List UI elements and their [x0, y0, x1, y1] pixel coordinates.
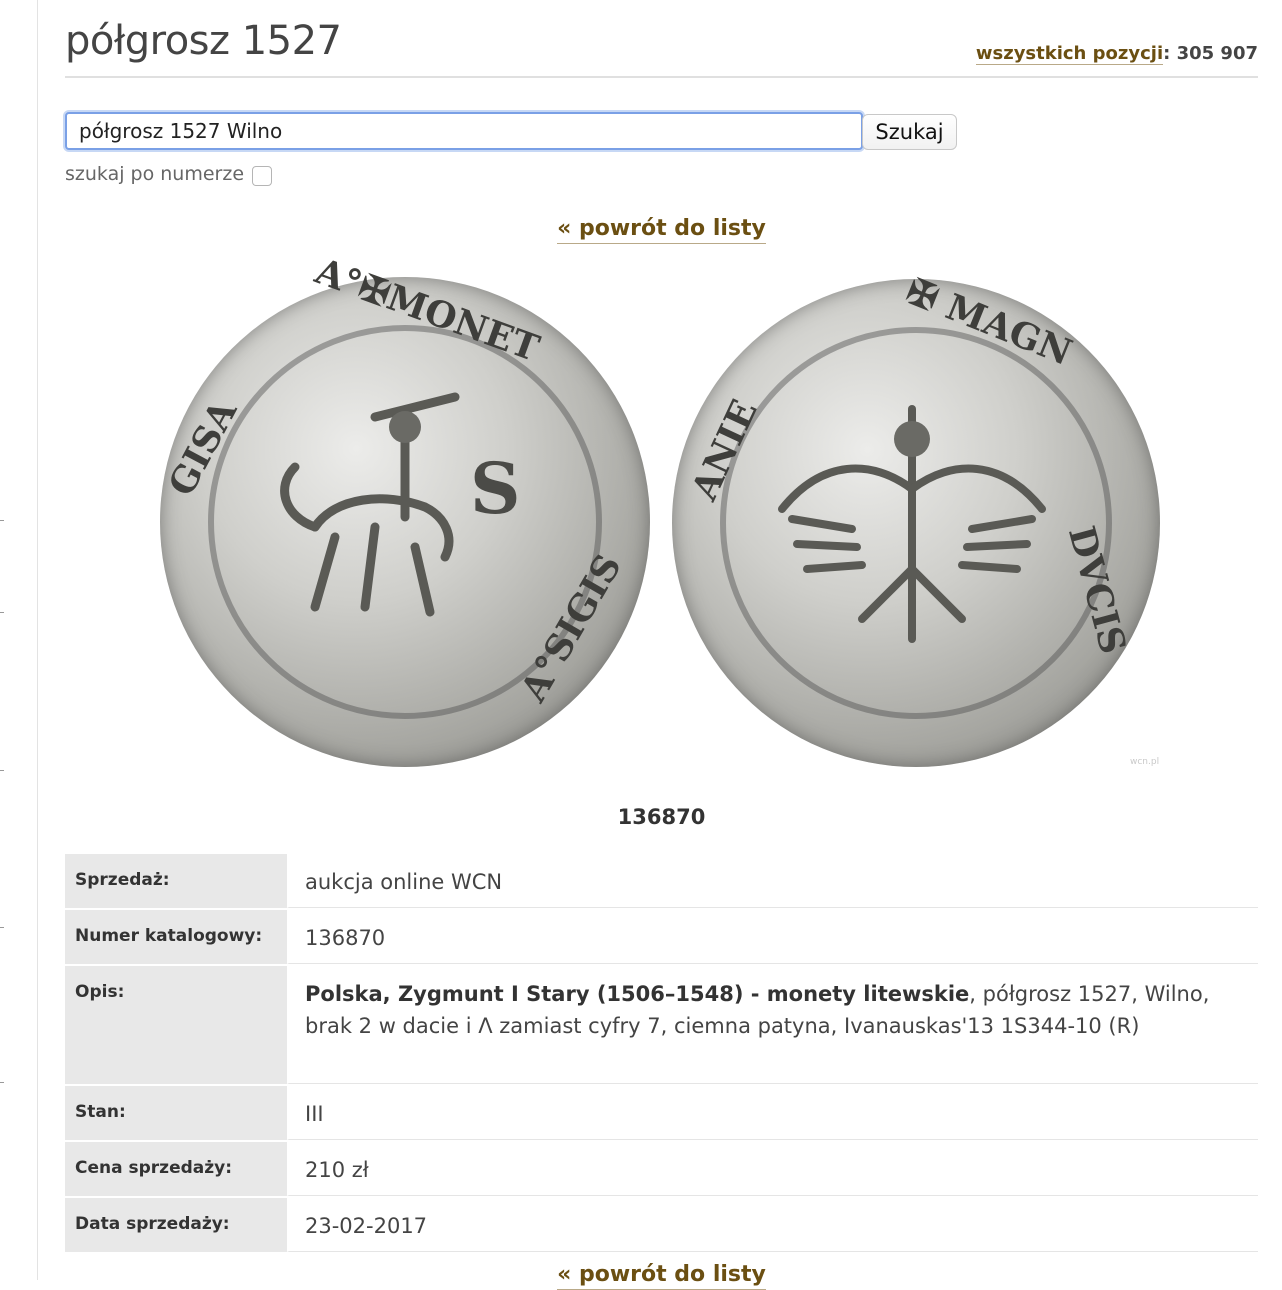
rail-tick [0, 520, 4, 521]
rail-tick [0, 927, 4, 928]
total-label[interactable]: wszystkich pozycji [975, 43, 1164, 65]
lot-number: 136870 [617, 805, 706, 829]
left-sidebar-edge [0, 0, 38, 1280]
back-to-list-link-bottom: « powrót do listy [65, 1262, 1258, 1290]
details-label: Numer katalogowy: [65, 910, 287, 964]
search-by-number-label: szukaj po numerze [65, 163, 245, 185]
page-header: półgrosz 1527 wszystkich pozycji: 305 90… [65, 18, 1258, 78]
search-by-number: szukaj po numerze [65, 163, 273, 186]
total-separator: : [1163, 43, 1177, 64]
total-value: 305 907 [1176, 43, 1258, 64]
back-to-list-link-top: « powrót do listy [65, 216, 1258, 244]
details-row: Cena sprzedaży: 210 zł [65, 1142, 1258, 1198]
search-button[interactable]: Szukaj [862, 114, 957, 150]
details-label: Stan: [65, 1086, 287, 1140]
details-value: 136870 [287, 910, 1258, 964]
details-value: 210 zł [287, 1142, 1258, 1196]
details-label: Sprzedaż: [65, 854, 287, 908]
pogon-knight-icon [280, 392, 460, 617]
back-to-list-link[interactable]: « powrót do listy [557, 1262, 766, 1290]
details-row: Stan: III [65, 1086, 1258, 1142]
eagle-icon [778, 405, 1046, 643]
search-by-number-checkbox[interactable] [252, 166, 273, 186]
details-row: Sprzedaż: aukcja online WCN [65, 854, 1258, 910]
details-value: Polska, Zygmunt I Stary (1506–1548) - mo… [287, 966, 1258, 1084]
details-value: 23-02-2017 [287, 1198, 1258, 1252]
details-row: Opis: Polska, Zygmunt I Stary (1506–1548… [65, 966, 1258, 1086]
details-value: aukcja online WCN [287, 854, 1258, 908]
image-watermark: wcn.pl [1130, 757, 1160, 767]
search-bar: Szukaj [65, 112, 965, 152]
rail-tick [0, 612, 4, 613]
main-content: półgrosz 1527 wszystkich pozycji: 305 90… [65, 0, 1258, 1290]
coin-image: A°✠MONET GISA A°SIGIS S ✠ MAGN ANIE DVCI… [160, 250, 1170, 775]
page-title: półgrosz 1527 [65, 18, 342, 64]
coin-reverse: ✠ MAGN ANIE DVCIS [672, 270, 1160, 767]
details-row: Data sprzedaży: 23-02-2017 [65, 1198, 1258, 1254]
rail-tick [0, 770, 4, 771]
details-table: Sprzedaż: aukcja online WCN Numer katalo… [65, 854, 1258, 1254]
description-bold: Polska, Zygmunt I Stary (1506–1548) - mo… [305, 982, 970, 1006]
search-input[interactable] [65, 112, 863, 150]
back-to-list-link[interactable]: « powrót do listy [557, 216, 766, 244]
details-row: Numer katalogowy: 136870 [65, 910, 1258, 966]
details-label: Cena sprzedaży: [65, 1142, 287, 1196]
rail-tick [0, 1082, 4, 1083]
details-value: III [287, 1086, 1258, 1140]
total-count: wszystkich pozycji: 305 907 [975, 43, 1258, 65]
coin-obverse: A°✠MONET GISA A°SIGIS S [160, 250, 650, 767]
details-label: Opis: [65, 966, 287, 1084]
details-label: Data sprzedaży: [65, 1198, 287, 1252]
